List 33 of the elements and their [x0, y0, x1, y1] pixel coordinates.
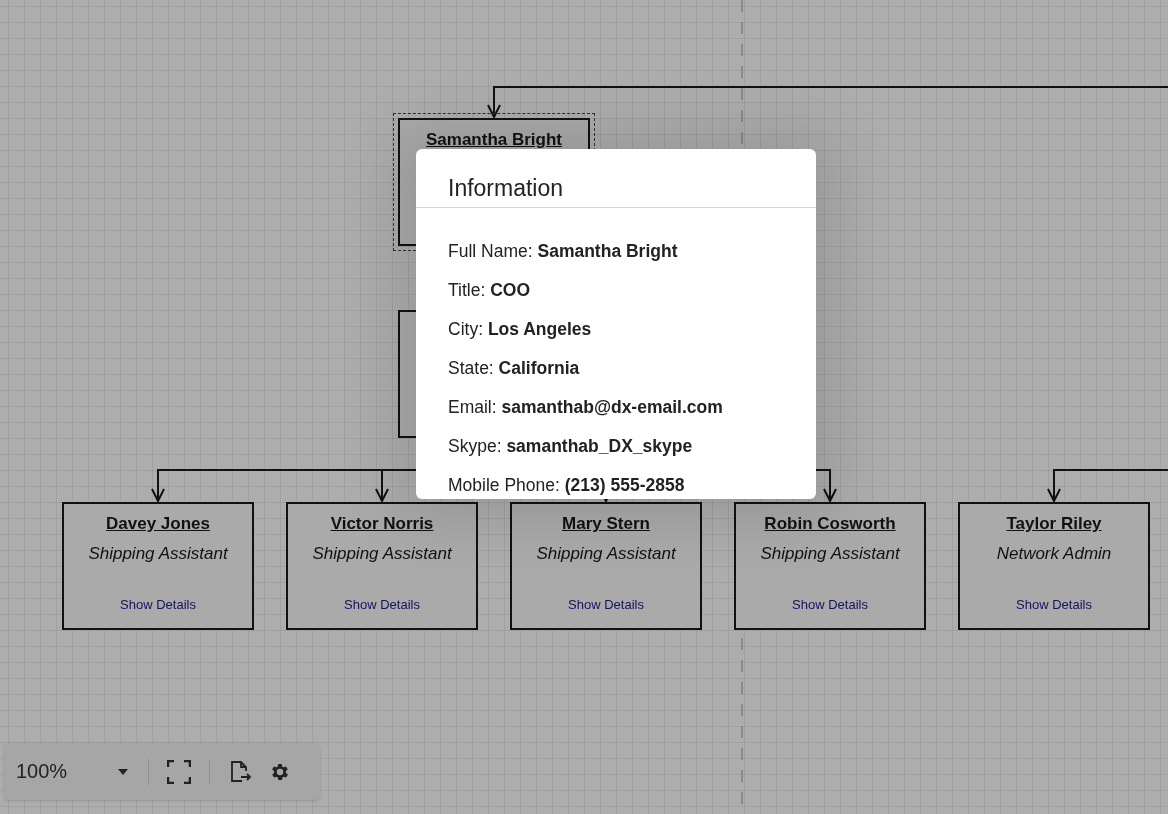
org-node[interactable]: Taylor Riley Network Admin Show Details	[958, 502, 1150, 630]
info-field: Email: samanthab@dx-email.com	[448, 397, 784, 417]
employee-title: Network Admin	[996, 544, 1112, 564]
zoom-select[interactable]: 100%	[16, 751, 138, 792]
show-details-link[interactable]: Show Details	[1016, 597, 1092, 612]
export-icon	[228, 759, 252, 784]
employee-title: Shipping Assistant	[760, 544, 900, 564]
employee-name: Victor Norris	[330, 514, 434, 534]
employee-name: Taylor Riley	[1006, 514, 1102, 534]
org-node[interactable]: Davey Jones Shipping Assistant Show Details	[62, 502, 254, 630]
info-field: Skype: samanthab_DX_skype	[448, 436, 784, 456]
show-details-link[interactable]: Show Details	[568, 597, 644, 612]
info-field: City: Los Angeles	[448, 319, 784, 339]
show-details-link[interactable]: Show Details	[120, 597, 196, 612]
dialog-title: Information	[448, 175, 564, 201]
employee-title: Shipping Assistant	[312, 544, 452, 564]
org-node[interactable]: Mary Stern Shipping Assistant Show Details	[510, 502, 702, 630]
employee-title: Shipping Assistant	[88, 544, 228, 564]
employee-name: Mary Stern	[562, 514, 650, 534]
info-field: Full Name: Samantha Bright	[448, 241, 784, 261]
org-node[interactable]: Victor Norris Shipping Assistant Show Details	[286, 502, 478, 630]
show-details-link[interactable]: Show Details	[344, 597, 420, 612]
employee-name: Davey Jones	[106, 514, 210, 534]
show-details-link[interactable]: Show Details	[792, 597, 868, 612]
fullscreen-icon	[167, 759, 191, 784]
org-node[interactable]: Robin Cosworth Shipping Assistant Show Details	[734, 502, 926, 630]
info-field: State: California	[448, 358, 784, 378]
caret-icon	[118, 768, 128, 775]
employee-name: Samantha Bright	[426, 130, 562, 150]
employee-name: Robin Cosworth	[764, 514, 896, 534]
info-field: Title: COO	[448, 280, 784, 300]
info-field: Mobile Phone: (213) 555-2858	[448, 475, 784, 495]
employee-title: Shipping Assistant	[536, 544, 676, 564]
